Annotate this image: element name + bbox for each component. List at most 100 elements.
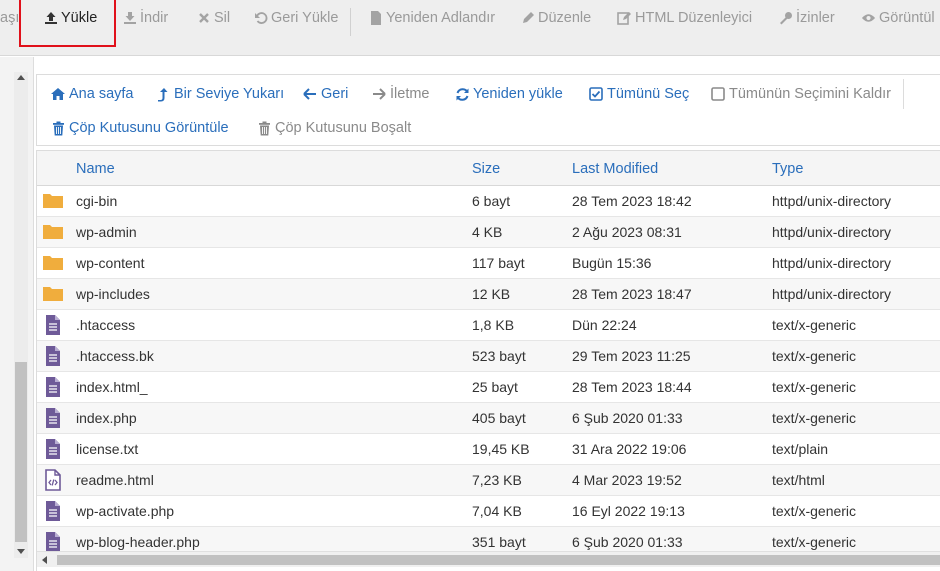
refresh-icon [454, 86, 470, 102]
horizontal-scrollbar[interactable] [37, 551, 940, 567]
file-modified: Dün 22:24 [572, 317, 637, 333]
column-header-modified[interactable]: Last Modified [572, 161, 658, 177]
undo-icon [253, 11, 268, 26]
file-type: text/html [772, 472, 825, 488]
file-name: wp-blog-header.php [76, 534, 200, 550]
file-type: httpd/unix-directory [772, 255, 892, 271]
file-modified: 28 Tem 2023 18:44 [572, 379, 692, 395]
file-size: 19,45 KB [472, 441, 530, 457]
file-modified: 29 Tem 2023 11:25 [572, 348, 691, 364]
file-table: Name Size Last Modified Type cgi-bin 6 b… [36, 150, 940, 571]
horizontal-scrollbar-thumb[interactable] [57, 555, 940, 565]
file-size: 523 bayt [472, 348, 526, 364]
column-header-name[interactable]: Name [76, 161, 115, 177]
view-button[interactable]: Görüntül [861, 0, 935, 36]
table-row[interactable]: .htaccess.bk 523 bayt 29 Tem 2023 11:25 … [37, 341, 940, 372]
column-header-type[interactable]: Type [772, 161, 803, 177]
edit-label: Düzenle [538, 10, 592, 26]
toolbar-item-partial[interactable]: aşı [0, 0, 19, 36]
pencil-icon [520, 11, 535, 26]
select-all-label: Tümünü Seç [607, 86, 690, 102]
file-text-icon [42, 500, 64, 522]
file-name: .htaccess [76, 317, 136, 333]
file-code-icon [42, 469, 64, 491]
file-type: httpd/unix-directory [772, 224, 892, 240]
forward-button[interactable]: İletme [371, 84, 430, 104]
rename-label: Yeniden Adlandır [386, 10, 496, 26]
file-modified: 6 Şub 2020 01:33 [572, 534, 683, 550]
file-type: httpd/unix-directory [772, 193, 892, 209]
file-name: cgi-bin [76, 193, 118, 209]
eye-icon [861, 11, 876, 26]
file-type: text/x-generic [772, 348, 857, 364]
file-size: 351 bayt [472, 534, 526, 550]
wrench-icon [778, 11, 793, 26]
file-text-icon [42, 407, 64, 429]
download-button[interactable]: İndir [122, 0, 168, 36]
empty-trash-label: Çöp Kutusunu Boşalt [275, 120, 412, 136]
permissions-button[interactable]: İzinler [778, 0, 835, 36]
table-row[interactable]: cgi-bin 6 bayt 28 Tem 2023 18:42 httpd/u… [37, 186, 940, 217]
download-label: İndir [140, 10, 169, 26]
table-row[interactable]: wp-content 117 bayt Bugün 15:36 httpd/un… [37, 248, 940, 279]
file-text-icon [42, 314, 64, 336]
up-one-level-button[interactable]: Bir Seviye Yukarı [155, 84, 284, 104]
table-row[interactable]: .htaccess 1,8 KB Dün 22:24 text/x-generi… [37, 310, 940, 341]
permissions-label: İzinler [796, 10, 835, 26]
table-row[interactable]: index.html_ 25 bayt 28 Tem 2023 18:44 te… [37, 372, 940, 403]
navigation-bar: Ana sayfa Bir Seviye Yukarı Geri İletme … [36, 74, 940, 146]
trash-icon [50, 120, 66, 136]
file-name: readme.html [76, 472, 154, 488]
table-row[interactable]: wp-includes 12 KB 28 Tem 2023 18:47 http… [37, 279, 940, 310]
home-button[interactable]: Ana sayfa [50, 84, 134, 104]
select-all-button[interactable]: Tümünü Seç [588, 84, 689, 104]
file-modified: 28 Tem 2023 18:47 [572, 286, 692, 302]
checkbox-empty-icon [710, 86, 726, 102]
html-editor-button[interactable]: HTML Düzenleyici [617, 0, 752, 36]
scroll-up-arrow-icon[interactable] [17, 75, 25, 80]
back-button[interactable]: Geri [302, 84, 348, 104]
column-header-size[interactable]: Size [472, 161, 500, 177]
table-row[interactable]: index.php 405 bayt 6 Şub 2020 01:33 text… [37, 403, 940, 434]
rename-button[interactable]: Yeniden Adlandır [368, 0, 495, 36]
delete-label: Sil [214, 10, 231, 26]
file-size: 405 bayt [472, 410, 526, 426]
left-panel-scrollbar[interactable] [0, 57, 34, 571]
upload-highlight-box [19, 0, 116, 47]
scroll-left-arrow-icon[interactable] [42, 556, 47, 564]
table-row[interactable]: readme.html 7,23 KB 4 Mar 2023 19:52 tex… [37, 465, 940, 496]
scrollbar-thumb[interactable] [15, 362, 27, 542]
file-name: wp-content [76, 255, 145, 271]
scroll-down-arrow-icon[interactable] [17, 549, 25, 554]
empty-trash-button[interactable]: Çöp Kutusunu Boşalt [256, 118, 411, 138]
file-type: text/x-generic [772, 503, 857, 519]
file-name: index.php [76, 410, 137, 426]
delete-button[interactable]: Sil [196, 0, 230, 36]
view-trash-button[interactable]: Çöp Kutusunu Görüntüle [50, 118, 229, 138]
table-row[interactable]: wp-admin 4 KB 2 Ağu 2023 08:31 httpd/uni… [37, 217, 940, 248]
file-modified: 4 Mar 2023 19:52 [572, 472, 682, 488]
deselect-all-button[interactable]: Tümünün Seçimini Kaldır [710, 84, 891, 104]
toolbar-divider [350, 8, 351, 36]
restore-button[interactable]: Geri Yükle [253, 0, 338, 36]
edit-button[interactable]: Düzenle [520, 0, 591, 36]
file-modified: 6 Şub 2020 01:33 [572, 410, 683, 426]
table-row[interactable]: wp-activate.php 7,04 KB 16 Eyl 2022 19:1… [37, 496, 940, 527]
file-text-icon [42, 376, 64, 398]
reload-button[interactable]: Yeniden yükle [454, 84, 563, 104]
view-trash-label: Çöp Kutusunu Görüntüle [69, 120, 229, 136]
back-label: Geri [321, 86, 349, 102]
html-editor-label: HTML Düzenleyici [635, 10, 753, 26]
file-type: text/plain [772, 441, 829, 457]
folder-icon [42, 221, 64, 243]
close-icon [196, 11, 211, 26]
file-modified: Bugün 15:36 [572, 255, 652, 271]
file-name: wp-admin [76, 224, 137, 240]
file-size: 7,23 KB [472, 472, 522, 488]
file-size: 7,04 KB [472, 503, 522, 519]
edit-square-icon [617, 11, 632, 26]
file-type: httpd/unix-directory [772, 286, 892, 302]
file-type: text/x-generic [772, 410, 857, 426]
table-row[interactable]: license.txt 19,45 KB 31 Ara 2022 19:06 t… [37, 434, 940, 465]
level-up-icon [155, 86, 171, 102]
